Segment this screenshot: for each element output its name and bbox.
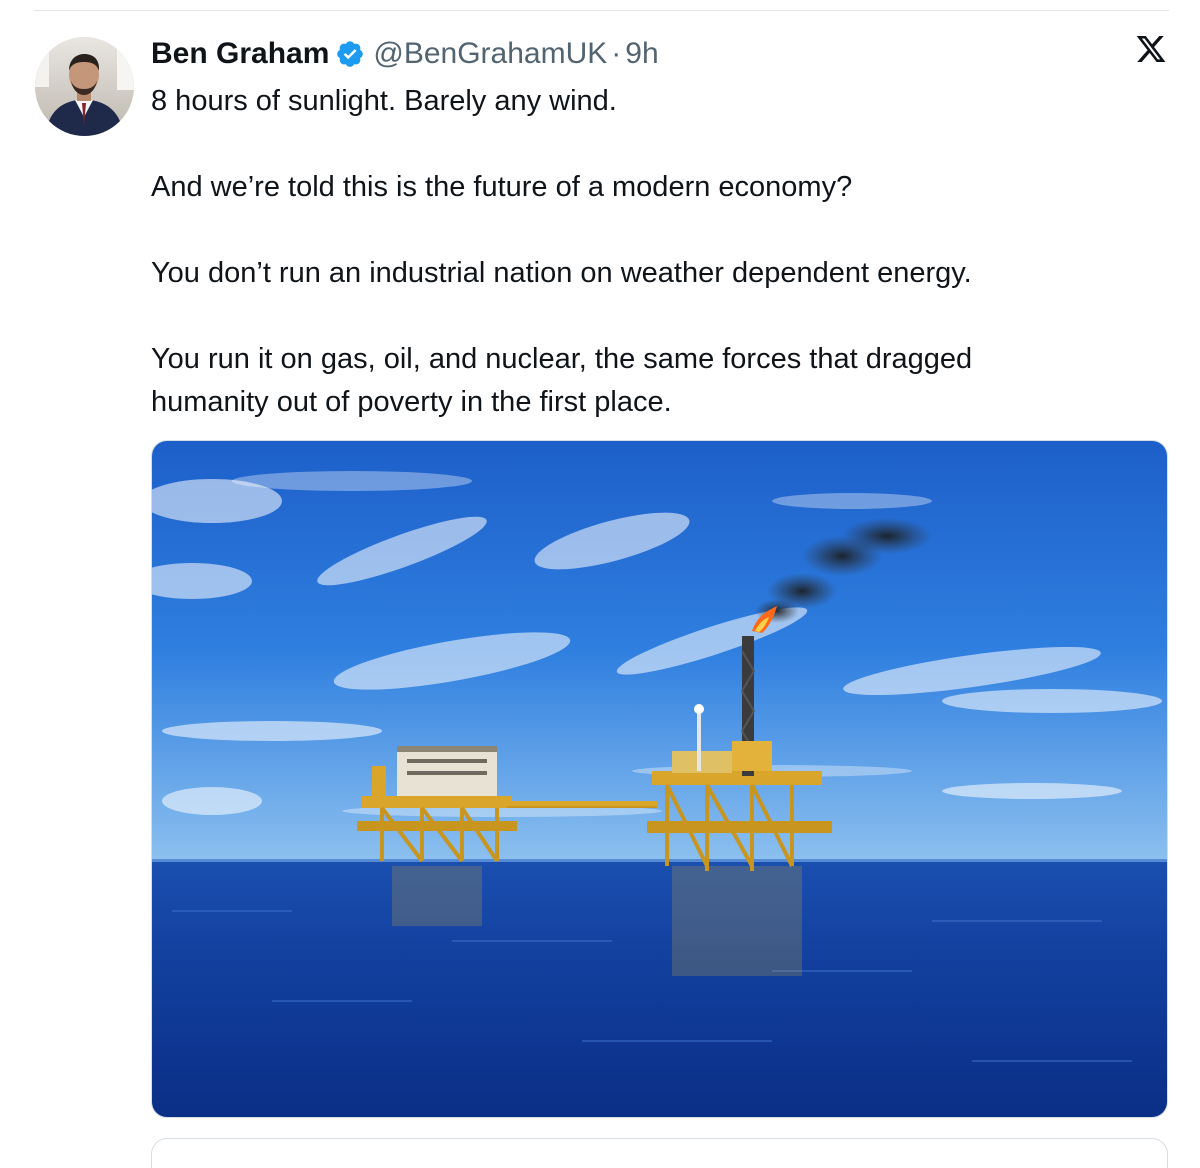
avatar-image — [35, 37, 134, 136]
top-divider — [34, 10, 1169, 11]
verified-badge-icon[interactable] — [335, 39, 365, 69]
tweet-text: 8 hours of sunlight. Barely any wind. An… — [151, 80, 1161, 424]
author-display-name[interactable]: Ben Graham — [151, 34, 329, 74]
offshore-oil-platform-photo — [152, 441, 1167, 1117]
tweet-header: Ben Graham @BenGrahamUK · 9h — [151, 34, 659, 74]
avatar[interactable] — [35, 37, 134, 136]
tweet-timestamp[interactable]: 9h — [625, 34, 658, 74]
tweet-text-line: 8 hours of sunlight. Barely any wind. — [151, 85, 617, 117]
next-tweet-card-edge — [151, 1138, 1168, 1168]
tweet-text-line: And we’re told this is the future of a m… — [151, 171, 853, 203]
tweet-text-line: You run it on gas, oil, and nuclear, the… — [151, 343, 973, 375]
x-logo-icon — [1135, 36, 1167, 66]
tweet-text-line: You don’t run an industrial nation on we… — [151, 257, 972, 289]
tweet-media-image[interactable] — [151, 440, 1168, 1118]
author-handle[interactable]: @BenGrahamUK — [373, 34, 607, 74]
header-separator: · — [611, 37, 622, 70]
tweet-text-line: humanity out of poverty in the first pla… — [151, 386, 672, 418]
